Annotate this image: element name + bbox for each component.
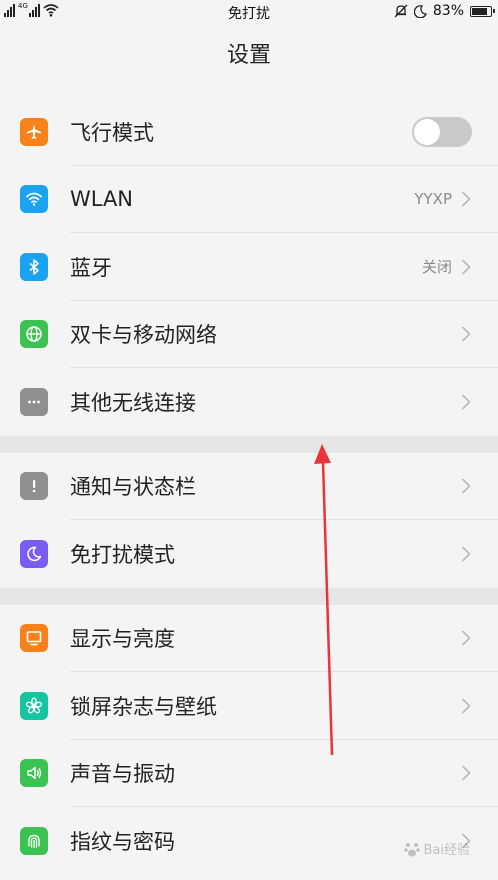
setting-label: 指纹与密码 <box>70 829 175 854</box>
chevron-right-icon <box>462 394 471 410</box>
battery-percent: 83% <box>432 3 464 19</box>
setting-label: 声音与振动 <box>70 762 175 787</box>
bluetooth-icon <box>20 252 48 281</box>
moon-icon <box>20 539 48 568</box>
settings-group: 显示与亮度锁屏杂志与壁纸 声音与振动指纹与密码 <box>0 604 498 875</box>
setting-row-dual-sim[interactable]: 双卡与移动网络 <box>0 301 498 368</box>
chevron-right-icon <box>462 698 471 714</box>
group-separator <box>0 587 498 605</box>
bell-muted-icon <box>394 4 408 18</box>
setting-label: 其他无线连接 <box>70 390 196 415</box>
chevron-right-icon <box>462 546 471 562</box>
watermark: Bai经验 <box>403 839 471 858</box>
page-title: 设置 <box>226 43 271 68</box>
chevron-right-icon <box>462 765 471 781</box>
setting-label: 免打扰模式 <box>70 542 175 567</box>
setting-label: 蓝牙 <box>70 255 112 280</box>
settings-group: 通知与状态栏 免打扰模式 <box>0 452 498 588</box>
setting-row-other-wireless[interactable]: 其他无线连接 <box>0 368 498 436</box>
toggle-knob <box>414 118 440 145</box>
wifi-icon <box>20 185 48 214</box>
monitor-icon <box>20 624 48 653</box>
setting-label: WLAN <box>70 187 134 212</box>
moon-status-icon <box>413 4 427 18</box>
flower-icon <box>20 691 48 720</box>
chevron-right-icon <box>462 326 471 342</box>
setting-row-airplane[interactable]: 飞行模式 <box>0 98 498 166</box>
setting-row-dnd[interactable]: 免打扰模式 <box>0 520 498 588</box>
setting-row-display[interactable]: 显示与亮度 <box>0 605 498 672</box>
setting-label: 显示与亮度 <box>70 627 175 652</box>
setting-label: 飞行模式 <box>70 120 154 145</box>
setting-row-bluetooth[interactable]: 蓝牙 关闭 <box>0 233 498 301</box>
airplane-icon <box>20 117 48 146</box>
status-bar: 4G 免打扰 83% <box>0 0 498 24</box>
alert-icon <box>20 472 48 501</box>
globe-icon <box>20 320 48 349</box>
speaker-icon <box>20 759 48 788</box>
status-right: 83% <box>394 3 495 19</box>
setting-label: 双卡与移动网络 <box>70 323 217 348</box>
setting-label: 锁屏杂志与壁纸 <box>70 694 217 719</box>
chevron-right-icon <box>462 478 471 494</box>
paw-logo-icon <box>403 842 420 856</box>
setting-row-wlan[interactable]: WLAN YYXP <box>0 166 498 233</box>
fingerprint-icon <box>20 826 48 855</box>
group-separator <box>0 435 498 453</box>
more-icon <box>20 387 48 416</box>
battery-icon <box>470 5 495 17</box>
setting-row-sound[interactable]: 声音与振动 <box>0 740 498 807</box>
setting-label: 通知与状态栏 <box>70 475 196 500</box>
watermark-text: Bai经验 <box>423 843 471 858</box>
chevron-right-icon <box>462 191 471 207</box>
settings-list: 飞行模式 WLAN YYXP 蓝牙 关闭 双卡与移动网络 其他无线连接 通知与状态栏 免打扰模式… <box>0 98 498 875</box>
setting-value: 关闭 <box>421 258 452 277</box>
setting-value: YYXP <box>414 190 452 209</box>
setting-row-notifications[interactable]: 通知与状态栏 <box>0 453 498 520</box>
airplane-mode-toggle[interactable] <box>412 116 472 147</box>
setting-row-lockscreen[interactable]: 锁屏杂志与壁纸 <box>0 672 498 740</box>
settings-group: 飞行模式 WLAN YYXP 蓝牙 关闭双卡与移动网络 其他无线连接 <box>0 98 498 436</box>
chevron-right-icon <box>462 630 471 646</box>
chevron-right-icon <box>462 259 471 275</box>
